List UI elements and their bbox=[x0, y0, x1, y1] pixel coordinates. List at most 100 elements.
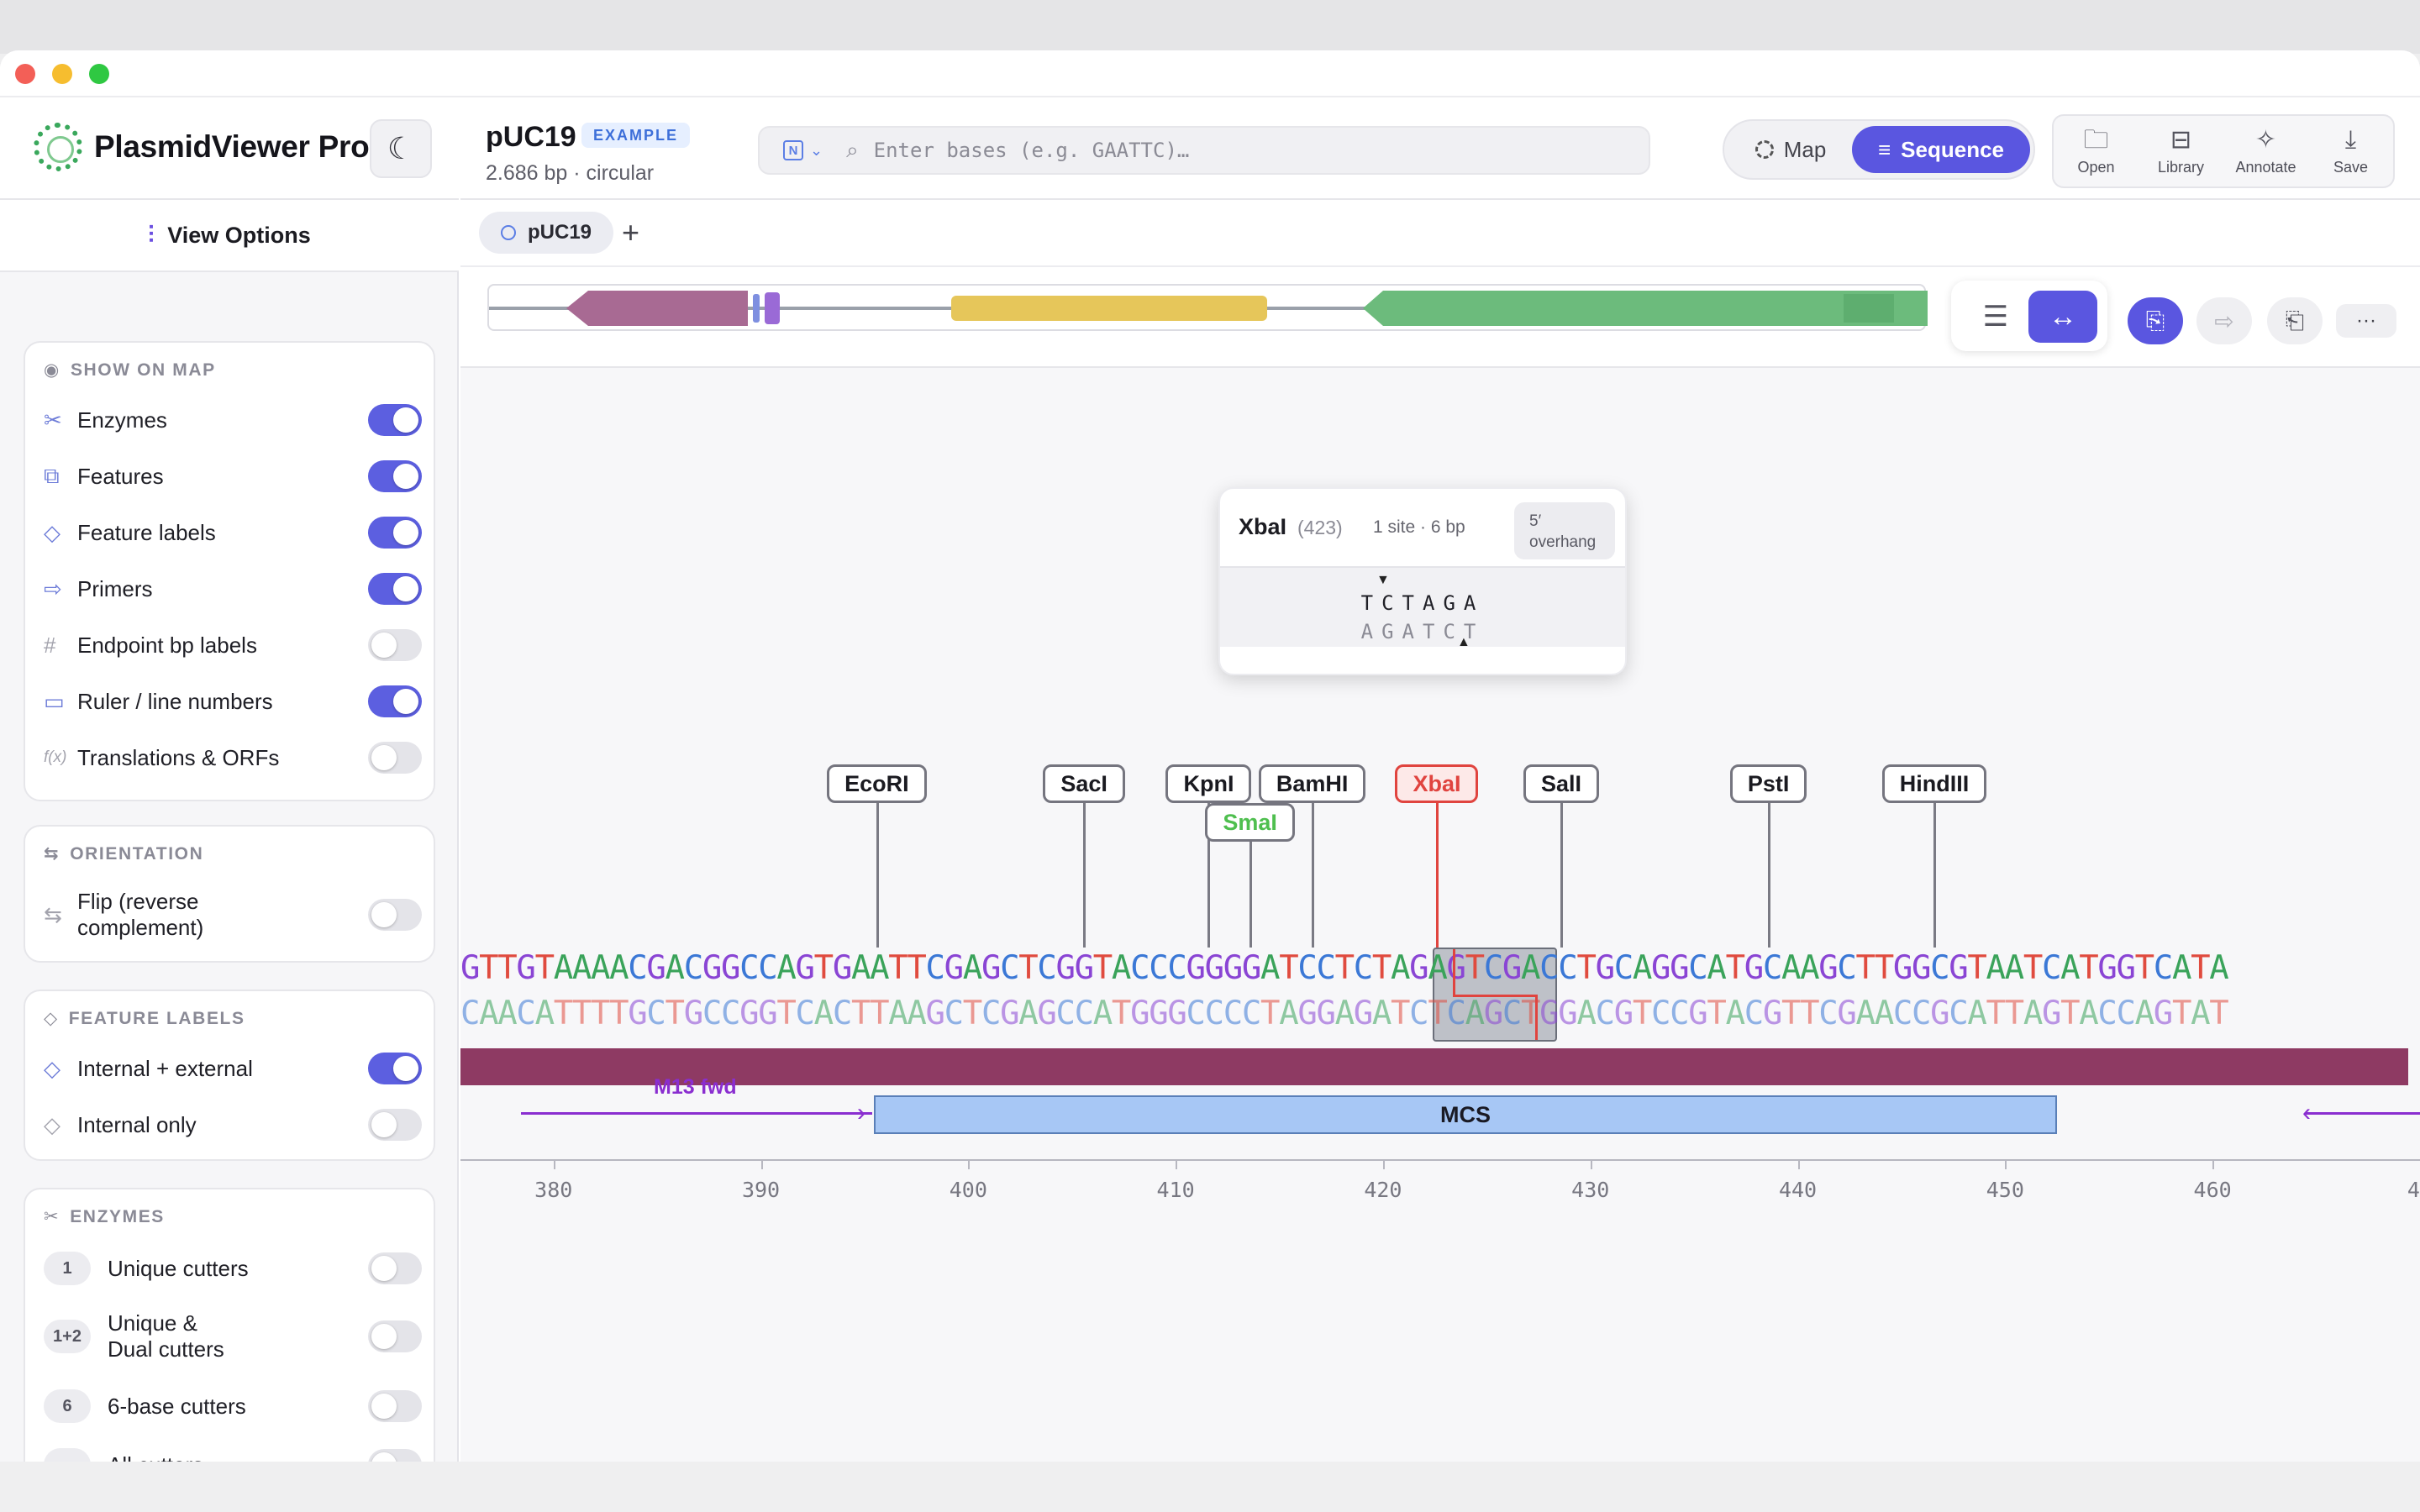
app-name: PlasmidViewer Pro bbox=[94, 129, 370, 164]
minimize-window-button[interactable] bbox=[52, 64, 72, 84]
toggle-row-unique-cutters[interactable]: 1 Unique cutters bbox=[44, 1245, 422, 1292]
enzyme-label-bamhi[interactable]: BamHI bbox=[1258, 764, 1366, 803]
add-tab-button[interactable]: + bbox=[622, 212, 639, 254]
linear-mode-button[interactable]: ↔ bbox=[2028, 291, 2097, 343]
m13-fwd-primer[interactable] bbox=[521, 1112, 872, 1115]
all-cutters-toggle[interactable] bbox=[368, 1449, 422, 1462]
brand-header: PlasmidViewer Pro ☾ bbox=[0, 97, 459, 200]
orientation-title: ORIENTATION bbox=[70, 843, 204, 864]
lacz-feature-bar[interactable] bbox=[460, 1048, 2408, 1085]
sequence-label: Sequence bbox=[1901, 136, 2004, 162]
internal-external-toggle[interactable] bbox=[368, 1053, 422, 1084]
overview-feature-small-2[interactable] bbox=[765, 292, 780, 324]
sequence-view-button[interactable]: ≡ Sequence bbox=[1852, 126, 2030, 173]
more-button[interactable]: ··· bbox=[2336, 304, 2396, 338]
toggle-row-internal-only[interactable]: ◇ Internal only bbox=[44, 1101, 422, 1148]
mcs-feature[interactable]: MCS bbox=[874, 1095, 2057, 1134]
bottom-cut-marker-icon: ▲ bbox=[1457, 635, 1470, 649]
enzymes-title: ENZYMES bbox=[70, 1206, 165, 1226]
tab-puc19[interactable]: pUC19 bbox=[479, 212, 614, 254]
enzymes-toggle[interactable] bbox=[368, 404, 422, 436]
toggle-row-flip[interactable]: ⇆ Flip (reverse complement) bbox=[44, 884, 422, 946]
overview-feature-small-1[interactable] bbox=[753, 294, 760, 323]
enzyme-label-hindiii[interactable]: HindIII bbox=[1881, 764, 1987, 803]
ruler-tick-label: 390 bbox=[741, 1178, 781, 1202]
toggle-row-ruler[interactable]: ▭ Ruler / line numbers bbox=[44, 678, 422, 725]
save-button[interactable]: ⤓ Save bbox=[2311, 126, 2391, 176]
toolbar: 🗀 Open ⊟ Library ✧ Annotate ⤓ Save bbox=[2052, 114, 2395, 188]
reverse-primer[interactable] bbox=[2306, 1112, 2420, 1115]
toggle-row-feature-labels[interactable]: ◇ Feature labels bbox=[44, 509, 422, 556]
bottom-strand-sequence[interactable]: CAACATTTTGCTGCCGGTCACTTAAGCTCGAGCCATGGGC… bbox=[460, 995, 2229, 1032]
enzyme-label-xbai[interactable]: XbaI bbox=[1395, 764, 1479, 803]
ruler-tick bbox=[1176, 1161, 1178, 1169]
sequence-overview: ☰ ↔ ⎘ ⇨ ⎗ ··· bbox=[460, 267, 2420, 368]
toggle-row-endpoint-labels[interactable]: # Endpoint bp labels bbox=[44, 622, 422, 669]
sequence-search: N ⌄ ⌕ bbox=[758, 126, 1650, 175]
tag-icon: ◇ bbox=[44, 1009, 59, 1028]
toggle-row-translations[interactable]: f(x) Translations & ORFs bbox=[44, 734, 422, 781]
toggle-row-features[interactable]: ⧉ Features bbox=[44, 453, 422, 500]
enzyme-line-xbai bbox=[1435, 803, 1439, 948]
row-label: Unique & Dual cutters bbox=[108, 1310, 224, 1362]
sliders-icon: ⫶ bbox=[148, 221, 155, 248]
toggle-row-internal-external[interactable]: ◇ Internal + external bbox=[44, 1045, 422, 1092]
ruler-tick bbox=[1590, 1161, 1592, 1169]
copy-sequence-button[interactable]: ⎘ bbox=[2128, 297, 2183, 344]
overview-feature-lacz[interactable] bbox=[566, 291, 748, 326]
ruler-tick bbox=[1797, 1161, 1800, 1169]
flip-toggle[interactable] bbox=[368, 899, 422, 931]
overview-track[interactable] bbox=[487, 284, 1928, 331]
overview-feature-ampr[interactable] bbox=[1363, 291, 1928, 326]
enzyme-label-psti[interactable]: PstI bbox=[1729, 764, 1807, 803]
translations-toggle[interactable] bbox=[368, 742, 422, 774]
features-toggle[interactable] bbox=[368, 460, 422, 492]
row-label: Translations & ORFs bbox=[77, 744, 280, 770]
search-mode-icon[interactable]: N bbox=[783, 140, 803, 160]
enzyme-label-smai[interactable]: SmaI bbox=[1205, 803, 1295, 842]
toggle-row-dual-cutters[interactable]: 1+2 Unique & Dual cutters bbox=[44, 1304, 422, 1369]
library-button[interactable]: ⊟ Library bbox=[2141, 126, 2222, 176]
dual-cutters-toggle[interactable] bbox=[368, 1320, 422, 1352]
feature-labels-toggle[interactable] bbox=[368, 517, 422, 549]
reverse-primer-arrow-icon: ‹ bbox=[2302, 1099, 2311, 1126]
row-label: Primers bbox=[77, 575, 153, 601]
enzyme-line-sali bbox=[1560, 803, 1564, 948]
toggle-row-enzymes[interactable]: ✂ Enzymes bbox=[44, 396, 422, 444]
toggle-row-primers[interactable]: ⇨ Primers bbox=[44, 565, 422, 612]
ruler-toggle[interactable] bbox=[368, 685, 422, 717]
endpoint-labels-toggle[interactable] bbox=[368, 629, 422, 661]
wrap-mode-button[interactable]: ☰ bbox=[1961, 291, 2030, 343]
document-header: pUC19 EXAMPLE 2.686 bp · circular N ⌄ ⌕ … bbox=[460, 97, 2420, 200]
overview-feature-ori[interactable] bbox=[951, 296, 1267, 321]
badge-6: 6 bbox=[44, 1389, 91, 1423]
6-base-cutters-toggle[interactable] bbox=[368, 1390, 422, 1422]
clipboard-button[interactable]: ⎗ bbox=[2267, 297, 2323, 344]
enzyme-label-sali[interactable]: SalI bbox=[1523, 764, 1600, 803]
internal-only-toggle[interactable] bbox=[368, 1109, 422, 1141]
unique-cutters-toggle[interactable] bbox=[368, 1252, 422, 1284]
row-label: Unique cutters bbox=[108, 1255, 249, 1281]
sequence-search-input[interactable] bbox=[873, 139, 1546, 162]
zoom-window-button[interactable] bbox=[89, 64, 109, 84]
enzyme-label-ecori[interactable]: EcoRI bbox=[827, 764, 927, 803]
toggle-row-6-base-cutters[interactable]: 6 6-base cutters bbox=[44, 1383, 422, 1430]
toggle-row-all-cutters[interactable]: ∞ All cutters bbox=[44, 1441, 422, 1462]
open-button[interactable]: 🗀 Open bbox=[2056, 126, 2137, 176]
view-options-header[interactable]: ⫶ View Options bbox=[0, 200, 459, 272]
primer-arrow-icon: › bbox=[857, 1099, 865, 1126]
top-strand-sequence[interactable]: GTTGTAAAACGACGGCCAGTGAATTCGAGCTCGGTACCCG… bbox=[460, 949, 2229, 987]
map-view-button[interactable]: Map bbox=[1729, 126, 1852, 173]
close-window-button[interactable] bbox=[15, 64, 35, 84]
chevron-down-icon[interactable]: ⌄ bbox=[810, 142, 823, 160]
primers-toggle[interactable] bbox=[368, 573, 422, 605]
dark-mode-button[interactable]: ☾ bbox=[370, 119, 432, 178]
annotate-button[interactable]: ✧ Annotate bbox=[2226, 125, 2307, 176]
top-cut-line bbox=[1453, 949, 1455, 996]
enzyme-label-saci[interactable]: SacI bbox=[1043, 764, 1125, 803]
magic-wand-icon: ✧ bbox=[2254, 125, 2277, 154]
overview-feature-promoter[interactable] bbox=[1844, 294, 1894, 323]
desktop-strip bbox=[0, 0, 2420, 54]
forward-button[interactable]: ⇨ bbox=[2196, 297, 2252, 344]
enzyme-label-kpni[interactable]: KpnI bbox=[1165, 764, 1252, 803]
